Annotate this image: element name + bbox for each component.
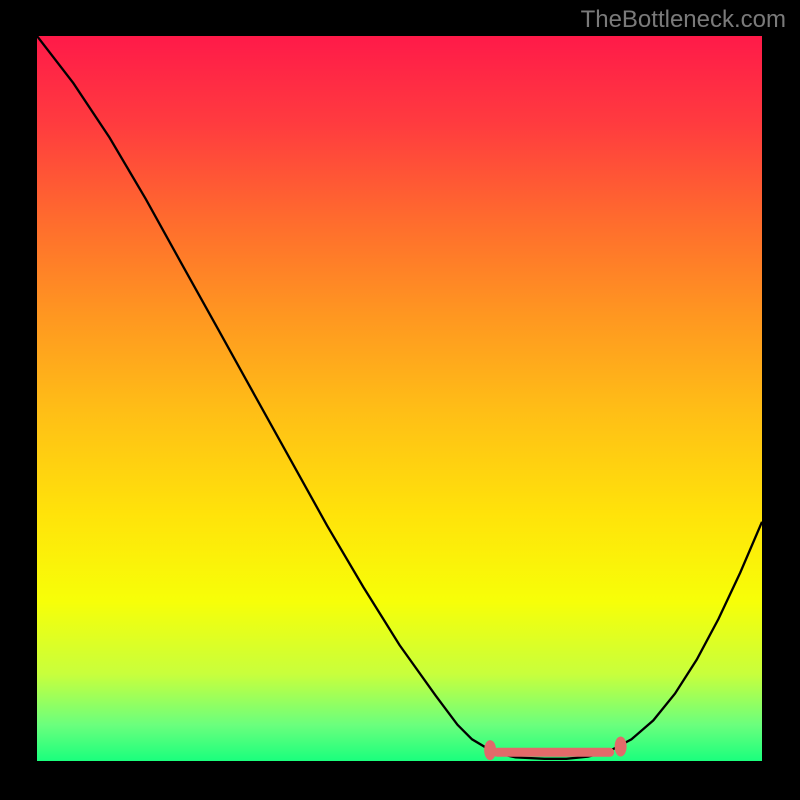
- bottleneck-curve: [37, 36, 762, 759]
- optimal-range-markers: [484, 737, 627, 761]
- optimal-marker-0: [484, 740, 496, 760]
- optimal-marker-1: [615, 737, 627, 757]
- chart-svg: [37, 36, 762, 761]
- chart-plot-area: [37, 36, 762, 761]
- watermark-text: TheBottleneck.com: [581, 6, 786, 34]
